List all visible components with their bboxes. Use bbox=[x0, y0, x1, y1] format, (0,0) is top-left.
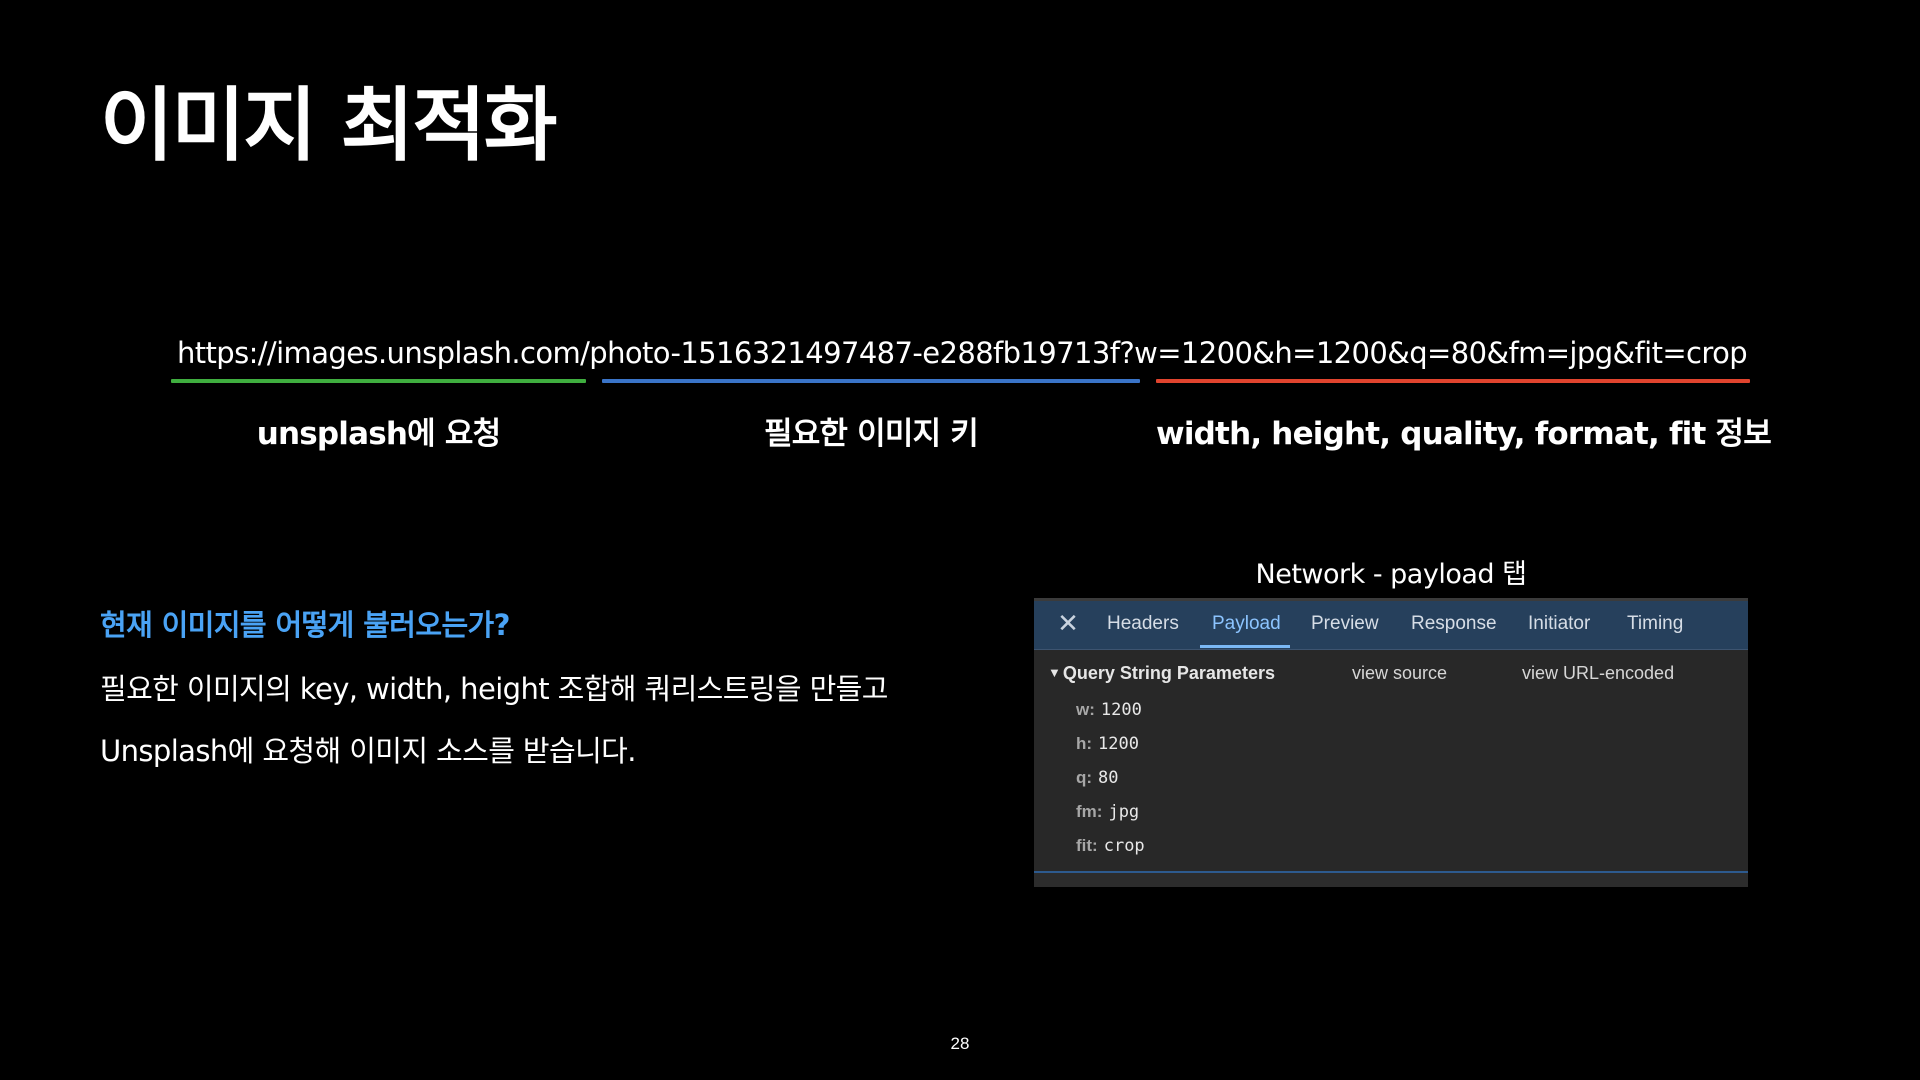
url-underline-key bbox=[602, 379, 1140, 383]
view-url-encoded-link[interactable]: view URL-encoded bbox=[1522, 663, 1674, 684]
param-key: q: bbox=[1076, 768, 1093, 787]
param-value: 1200 bbox=[1098, 734, 1139, 754]
view-source-link[interactable]: view source bbox=[1352, 663, 1447, 684]
url-label-key: 필요한 이미지 키 bbox=[763, 416, 979, 452]
url-underline-domain bbox=[171, 379, 586, 383]
param-row: fm: jpg bbox=[1076, 802, 1139, 822]
tab-response[interactable]: Response bbox=[1411, 613, 1497, 635]
param-value: crop bbox=[1103, 836, 1145, 856]
devtools-tabbar: ✕ Headers Payload Preview Response Initi… bbox=[1034, 601, 1748, 650]
tab-payload[interactable]: Payload bbox=[1212, 613, 1281, 635]
param-row: fit: crop bbox=[1076, 836, 1145, 856]
question-heading: 현재 이미지를 어떻게 불러오는가? bbox=[100, 608, 510, 642]
tab-initiator[interactable]: Initiator bbox=[1528, 613, 1590, 635]
param-key: w: bbox=[1076, 700, 1095, 719]
param-key: h: bbox=[1076, 734, 1093, 753]
devtools-footer bbox=[1034, 873, 1748, 887]
param-row: h: 1200 bbox=[1076, 734, 1139, 754]
query-string-section-toggle[interactable]: ▼ Query String Parameters bbox=[1048, 663, 1275, 684]
param-value: 80 bbox=[1098, 768, 1119, 788]
url-label-params: width, height, quality, format, fit 정보 bbox=[1156, 416, 1772, 452]
devtools-caption: Network - payload 탭 bbox=[1255, 559, 1527, 590]
param-key: fit: bbox=[1076, 836, 1098, 855]
devtools-panel: ✕ Headers Payload Preview Response Initi… bbox=[1034, 598, 1748, 887]
tab-preview[interactable]: Preview bbox=[1311, 613, 1379, 635]
url-text: https://images.unsplash.com/photo-151632… bbox=[176, 336, 1748, 370]
url-underline-params bbox=[1156, 379, 1750, 383]
param-row: q: 80 bbox=[1076, 768, 1119, 788]
param-row: w: 1200 bbox=[1076, 700, 1142, 720]
explanation-line-1: 필요한 이미지의 key, width, height 조합해 쿼리스트링을 만… bbox=[100, 672, 888, 706]
page-number: 28 bbox=[950, 1034, 970, 1053]
tab-headers[interactable]: Headers bbox=[1107, 613, 1179, 635]
param-value: jpg bbox=[1108, 802, 1140, 822]
param-key: fm: bbox=[1076, 802, 1103, 821]
query-string-section-title: Query String Parameters bbox=[1062, 663, 1275, 683]
url-label-domain: unsplash에 요청 bbox=[256, 416, 501, 452]
triangle-down-icon: ▼ bbox=[1048, 665, 1061, 680]
close-icon[interactable]: ✕ bbox=[1054, 609, 1082, 639]
param-value: 1200 bbox=[1100, 700, 1142, 720]
explanation-line-2: Unsplash에 요청해 이미지 소스를 받습니다. bbox=[100, 734, 636, 768]
slide-title: 이미지 최적화 bbox=[100, 79, 557, 172]
active-tab-indicator bbox=[1200, 645, 1290, 648]
tab-timing[interactable]: Timing bbox=[1627, 613, 1683, 635]
